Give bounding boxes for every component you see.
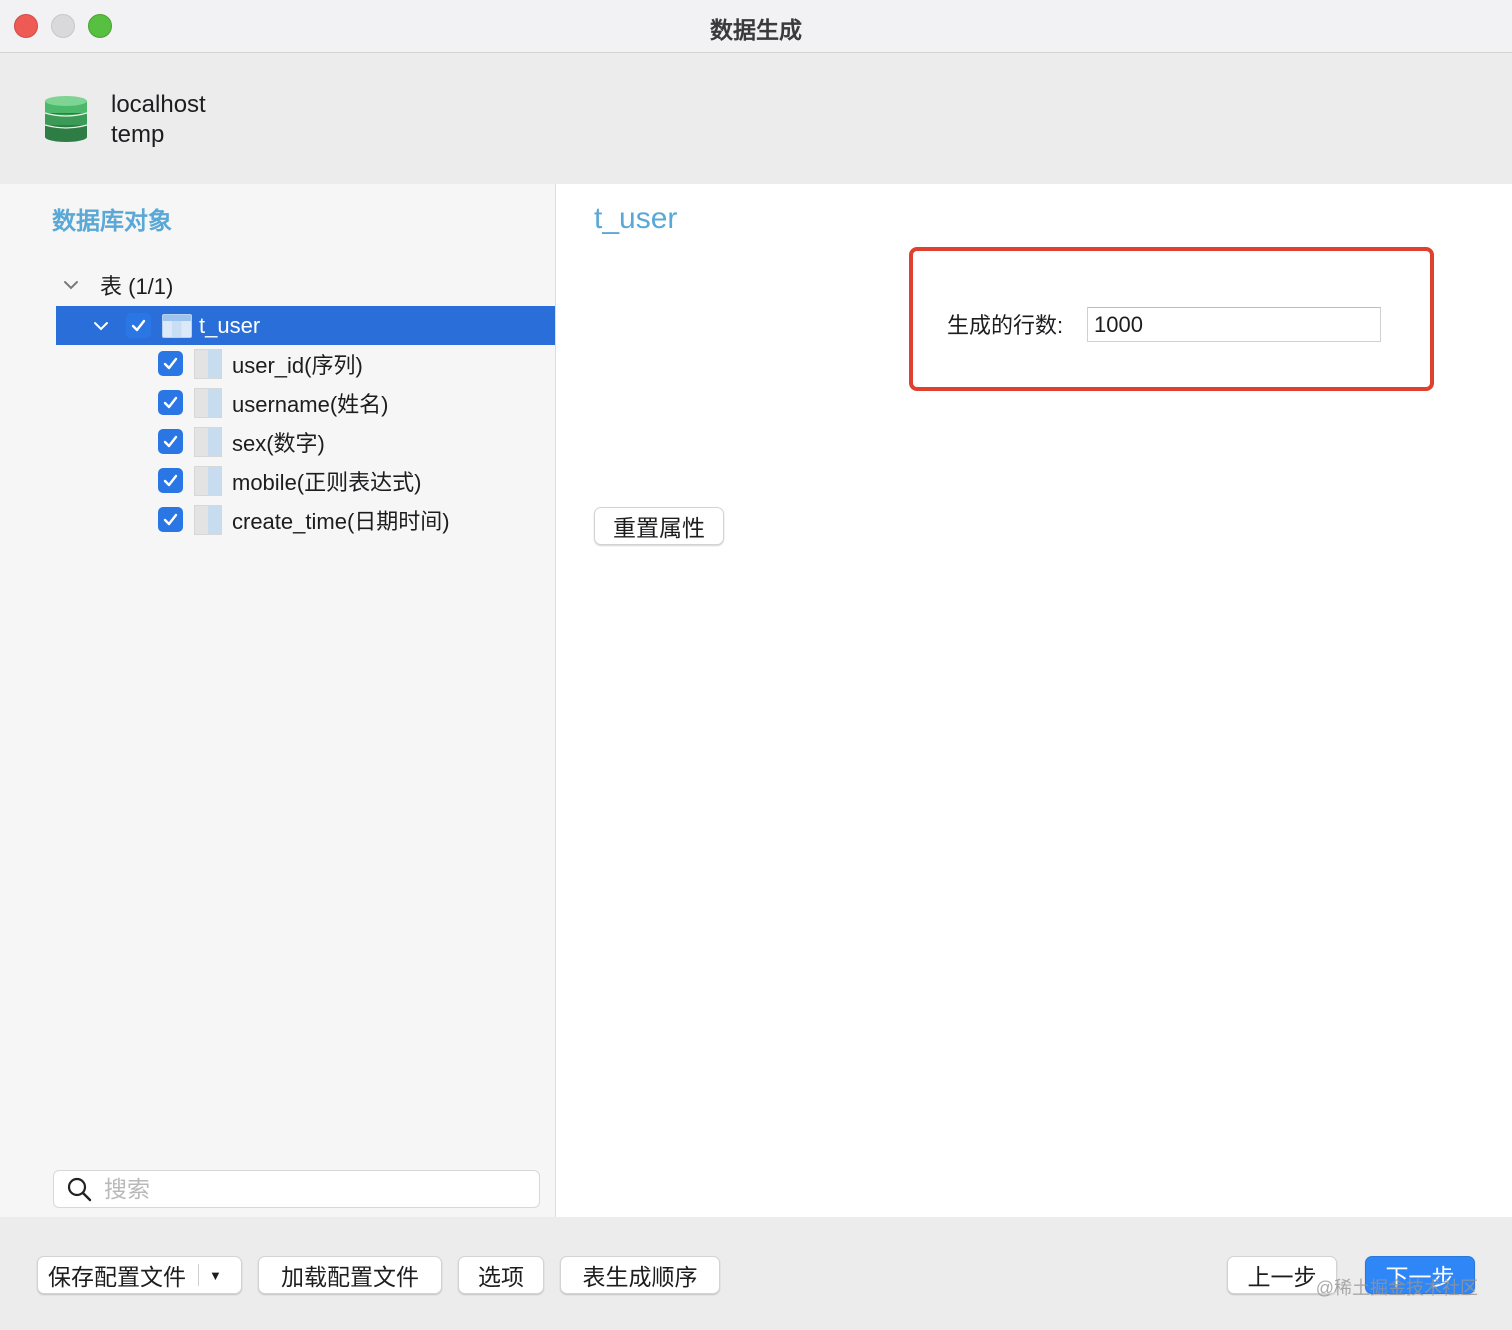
column-checkbox[interactable]: [158, 507, 183, 532]
watermark: @稀土掘金技术社区: [1315, 1278, 1478, 1298]
table-order-button[interactable]: 表生成顺序: [560, 1256, 720, 1294]
column-checkbox[interactable]: [158, 429, 183, 454]
database-objects-panel: 数据库对象 表 (1/1) t_user user_id(序列) usernam…: [0, 184, 556, 1217]
server-name: localhost: [111, 91, 206, 118]
column-checkbox[interactable]: [158, 468, 183, 493]
column-icon: [194, 348, 222, 379]
column-icon: [194, 504, 222, 535]
column-label: create_time(日期时间): [232, 508, 450, 534]
load-config-button[interactable]: 加载配置文件: [258, 1256, 442, 1294]
chevron-down-icon[interactable]: [92, 317, 110, 335]
column-checkbox[interactable]: [158, 390, 183, 415]
column-icon: [194, 465, 222, 496]
tree-item-column[interactable]: username(姓名): [158, 383, 388, 422]
column-label: user_id(序列): [232, 352, 363, 378]
table-checkbox[interactable]: [126, 313, 151, 338]
split-divider: [198, 1264, 199, 1286]
column-label: sex(数字): [232, 430, 325, 456]
column-label: mobile(正则表达式): [232, 469, 422, 495]
column-checkbox[interactable]: [158, 351, 183, 376]
connection-info: localhost temp: [111, 90, 206, 150]
row-count-label: 生成的行数:: [947, 313, 1064, 338]
search-icon: [67, 1177, 92, 1202]
search-field[interactable]: [53, 1170, 540, 1208]
save-config-button[interactable]: 保存配置文件 ▼: [37, 1256, 242, 1294]
footer-toolbar: 保存配置文件 ▼ 加载配置文件 选项 表生成顺序 上一步 下一步: [0, 1217, 1512, 1330]
search-input[interactable]: [102, 1174, 506, 1204]
tree-item-column[interactable]: user_id(序列): [158, 344, 363, 383]
reset-properties-button[interactable]: 重置属性: [594, 507, 724, 545]
database-name: temp: [111, 121, 165, 148]
tree-group-tables[interactable]: 表 (1/1): [62, 265, 173, 304]
column-icon: [194, 426, 222, 457]
table-name-label: t_user: [199, 312, 261, 338]
row-count-input[interactable]: [1087, 307, 1381, 342]
dropdown-arrow-icon[interactable]: ▼: [209, 1268, 222, 1283]
chevron-down-icon[interactable]: [62, 276, 80, 294]
column-label: username(姓名): [232, 391, 389, 417]
tree-group-label: 表 (1/1): [100, 273, 174, 299]
tree-item-column[interactable]: mobile(正则表达式): [158, 461, 421, 500]
table-title: t_user: [594, 202, 678, 235]
row-count-highlight: 生成的行数:: [909, 247, 1434, 391]
table-icon: [162, 313, 192, 338]
title-bar: 数据生成: [0, 0, 1512, 53]
window-title: 数据生成: [710, 17, 802, 43]
connection-header: localhost temp: [0, 53, 1512, 184]
tree-item-t-user[interactable]: t_user: [56, 306, 555, 345]
panel-heading: 数据库对象: [52, 208, 172, 235]
options-button[interactable]: 选项: [458, 1256, 544, 1294]
table-settings-panel: t_user 生成的行数: 重置属性: [556, 184, 1512, 1217]
tree-item-column[interactable]: sex(数字): [158, 422, 325, 461]
save-config-label: 保存配置文件: [48, 1264, 186, 1290]
tree-item-column[interactable]: create_time(日期时间): [158, 500, 450, 539]
database-icon: [44, 96, 88, 142]
column-icon: [194, 387, 222, 418]
